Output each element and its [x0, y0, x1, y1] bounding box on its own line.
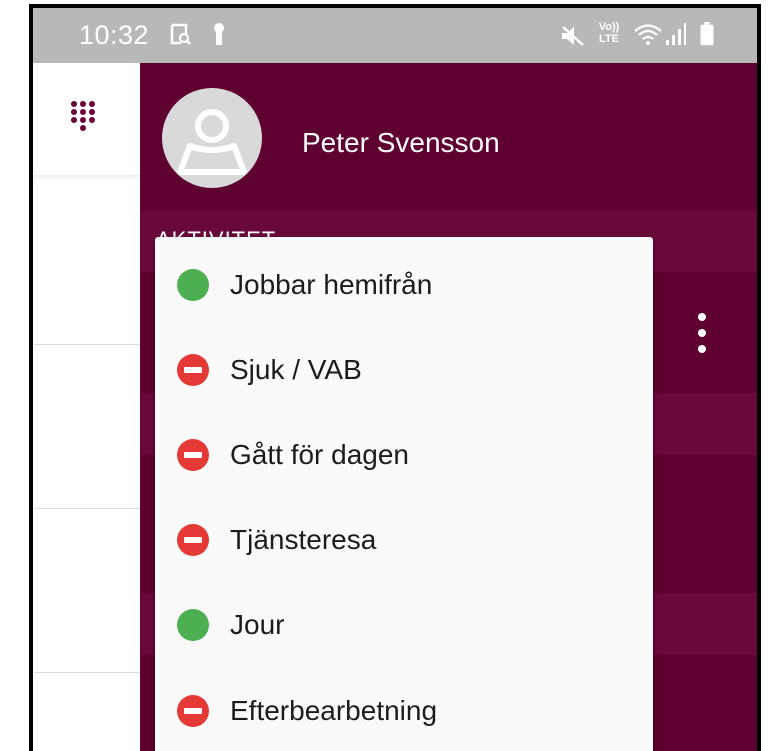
list-divider: [33, 508, 140, 509]
dialpad-icon[interactable]: [71, 101, 95, 141]
status-option[interactable]: Efterbearbetning: [155, 671, 653, 743]
mute-icon: [562, 26, 584, 46]
status-option[interactable]: Jobbar hemifrån: [155, 245, 653, 317]
status-option-label: Tjänsteresa: [230, 524, 377, 555]
volte-icon: Vo)) LTE: [598, 21, 620, 45]
status-option-label: Efterbearbetning: [230, 695, 438, 726]
status-available-icon: [177, 269, 209, 301]
wifi-icon: [634, 24, 662, 45]
status-option-label: Sjuk / VAB: [230, 354, 362, 385]
battery-icon: [700, 22, 714, 46]
phone-screen: 10:32 Vo)) LTE Peter Svensson Jobbar hem…: [29, 4, 761, 751]
status-menu: Jobbar hemifrån Sjuk / VAB Gått för dage…: [155, 237, 653, 751]
status-option[interactable]: Sjuk / VAB: [155, 330, 653, 402]
lock-icon: [214, 23, 224, 45]
status-option-label: Jobbar hemifrån: [230, 269, 433, 300]
status-unavailable-icon: [177, 354, 209, 386]
profile-name: Peter Svensson: [302, 127, 500, 158]
status-option-label: Gått för dagen: [230, 439, 410, 470]
status-option[interactable]: Tjänsteresa: [155, 500, 653, 572]
status-unavailable-icon: [177, 695, 209, 727]
screenshot-icon: [170, 23, 191, 45]
status-option[interactable]: Gått för dagen: [155, 415, 653, 487]
status-unavailable-icon: [177, 439, 209, 471]
status-time: 10:32: [79, 20, 150, 50]
status-option-label: Jour: [230, 609, 285, 640]
more-options-icon[interactable]: [697, 313, 707, 353]
list-divider: [33, 344, 140, 345]
status-available-icon: [177, 609, 209, 641]
signal-icon: [666, 23, 686, 45]
avatar[interactable]: [162, 88, 262, 188]
toolbar-divider: [33, 175, 140, 180]
status-unavailable-icon: [177, 524, 209, 556]
list-divider: [33, 672, 140, 673]
background-app-pane: [33, 63, 140, 751]
status-option[interactable]: Jour: [155, 585, 653, 657]
person-icon: [177, 109, 247, 175]
status-bar: 10:32 Vo)) LTE: [33, 8, 757, 63]
